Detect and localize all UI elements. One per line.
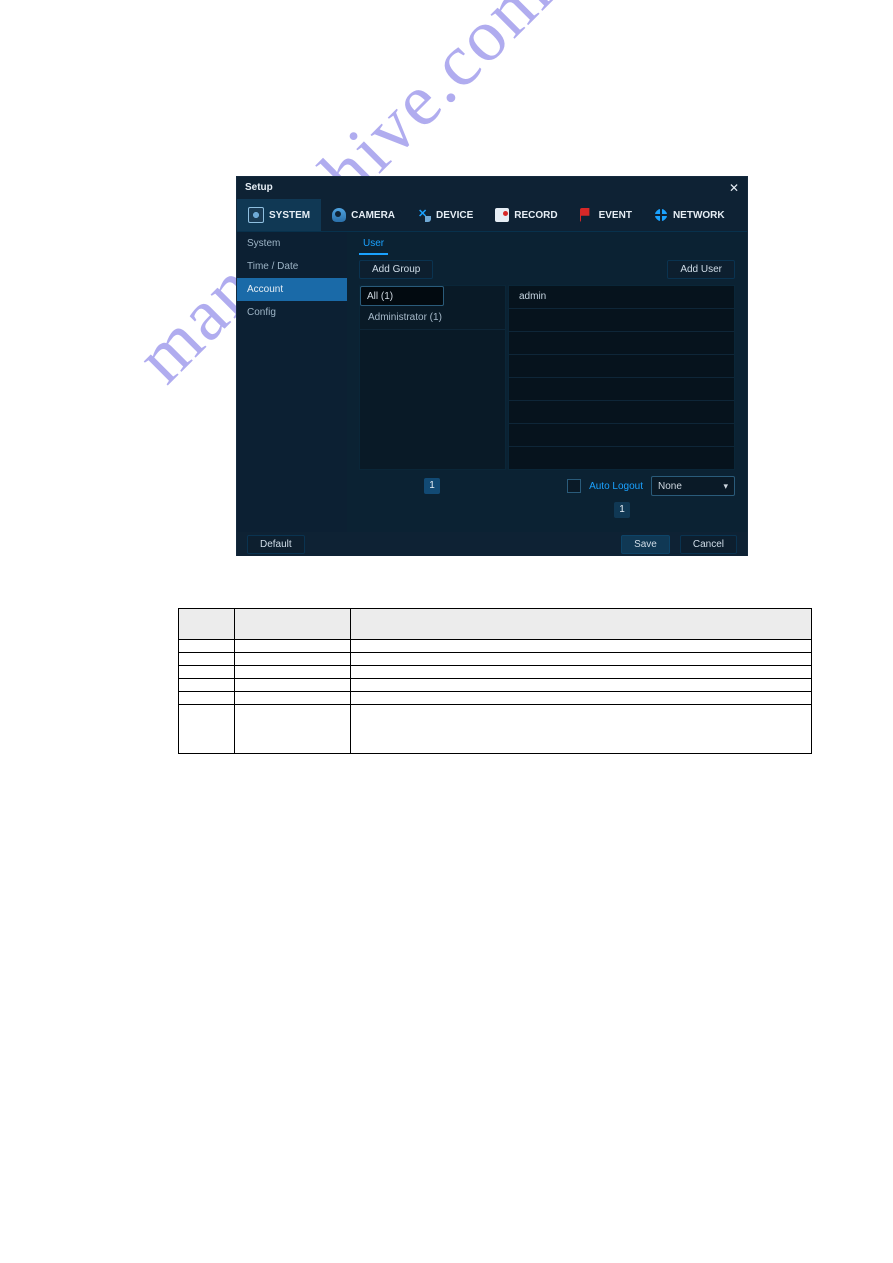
table-row [179,679,812,692]
tab-camera[interactable]: CAMERA [321,199,406,231]
user-toolbar: Add Group Add User [359,260,735,279]
subtab-user[interactable]: User [359,234,388,255]
group-row-administrator[interactable]: Administrator (1) [360,306,505,330]
chevron-down-icon: ▾ [723,481,728,492]
close-icon[interactable]: ✕ [729,177,739,199]
user-pager-1[interactable]: 1 [614,502,630,518]
camera-icon [332,208,346,222]
table-row [179,640,812,653]
user-pager-row: 1 [359,502,735,518]
main-tab-strip: SYSTEM CAMERA DEVICE RECORD EVENT NETWOR… [237,199,747,232]
user-row-empty [509,309,734,332]
table-cell [351,666,812,679]
table-cell [179,666,235,679]
panels-row: All (1) Administrator (1) admin [359,285,735,470]
tab-system[interactable]: SYSTEM [237,199,321,231]
tab-camera-label: CAMERA [351,210,395,221]
user-list-panel: admin [508,285,735,470]
sidebar-item-system[interactable]: System [237,232,347,255]
user-row-empty [509,332,734,355]
tab-device-label: DEVICE [436,210,473,221]
description-table [178,608,812,754]
table-cell [235,692,351,705]
table-cell [351,653,812,666]
user-row-admin[interactable]: admin [509,286,734,309]
user-row-empty [509,378,734,401]
body-area: System Time / Date Account Config User A… [237,232,747,532]
record-icon [495,208,509,222]
user-row-empty [509,424,734,447]
cancel-button[interactable]: Cancel [680,535,737,554]
content-area: User Add Group Add User All (1) Administ… [347,232,747,532]
add-group-button[interactable]: Add Group [359,260,433,279]
sidebar-item-account[interactable]: Account [237,278,347,301]
footer-bar: Default Save Cancel [237,532,747,556]
footer-right: Save Cancel [621,535,737,554]
setup-window: Setup ✕ SYSTEM CAMERA DEVICE RECORD [237,177,747,555]
table-row [179,666,812,679]
table-cell [179,679,235,692]
table-header-0 [179,609,235,640]
table-header-1 [235,609,351,640]
table-cell [235,666,351,679]
user-row-empty [509,401,734,424]
add-user-button[interactable]: Add User [667,260,735,279]
table-cell [179,640,235,653]
tab-network-label: NETWORK [673,210,725,221]
table-cell [351,679,812,692]
table-cell [235,653,351,666]
table-cell [351,705,812,754]
auto-logout-value: None [658,481,682,492]
user-row-empty [509,447,734,469]
table-row [179,705,812,754]
auto-logout-area: Auto Logout None ▾ [567,476,735,496]
table-cell [235,679,351,692]
group-list-panel: All (1) Administrator (1) [359,285,506,470]
network-icon [654,208,668,222]
tab-event-label: EVENT [599,210,632,221]
table-header-row [179,609,812,640]
table-cell [179,692,235,705]
group-row-all[interactable]: All (1) [360,286,444,306]
table-header-2 [351,609,812,640]
tab-event[interactable]: EVENT [569,199,643,231]
table-cell [235,705,351,754]
sidebar-item-timedate[interactable]: Time / Date [237,255,347,278]
table-cell [235,640,351,653]
tab-record-label: RECORD [514,210,557,221]
auto-logout-checkbox[interactable] [567,479,581,493]
table-row [179,692,812,705]
table-row [179,653,812,666]
group-row-empty [360,330,505,462]
table-cell [351,692,812,705]
tab-device[interactable]: DEVICE [406,199,484,231]
pager-row: 1 Auto Logout None ▾ [359,476,735,496]
tab-network[interactable]: NETWORK [643,199,736,231]
group-pager-1[interactable]: 1 [424,478,440,494]
tab-system-label: SYSTEM [269,210,310,221]
window-title: Setup [245,177,273,199]
system-icon [248,207,264,223]
save-button[interactable]: Save [621,535,670,554]
titlebar: Setup ✕ [237,177,747,199]
auto-logout-select[interactable]: None ▾ [651,476,735,496]
tab-record[interactable]: RECORD [484,199,568,231]
table-cell [179,705,235,754]
auto-logout-label: Auto Logout [589,481,643,492]
sidebar-item-config[interactable]: Config [237,301,347,324]
default-button[interactable]: Default [247,535,305,554]
sidebar: System Time / Date Account Config [237,232,347,532]
subtab-row: User [359,232,735,256]
table-cell [179,653,235,666]
event-icon [580,208,594,222]
table-cell [351,640,812,653]
user-row-empty [509,355,734,378]
device-icon [417,208,431,222]
